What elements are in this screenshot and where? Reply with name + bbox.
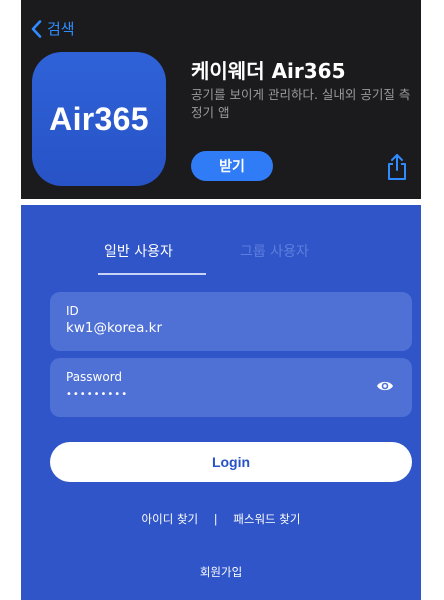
chevron-left-icon [31, 19, 42, 38]
account-links: 아이디 찾기 | 패스워드 찾기 [21, 511, 421, 527]
get-button[interactable]: 받기 [191, 151, 273, 181]
user-type-tabs: 일반 사용자 그룹 사용자 [21, 205, 421, 275]
password-field[interactable]: Password ••••••••• [50, 358, 412, 417]
app-icon-text: Air365 [49, 100, 149, 137]
app-subtitle: 공기를 보이게 관리하다. 실내외 공기질 측정기 앱 [191, 87, 411, 120]
back-label: 검색 [47, 20, 75, 38]
login-button[interactable]: Login [50, 442, 412, 482]
screen: 검색 Air365 케이웨더 Air365 공기를 보이게 관리하다. 실내외 … [21, 0, 421, 600]
tab-group-user[interactable]: 그룹 사용자 [240, 241, 309, 261]
find-password-link[interactable]: 패스워드 찾기 [233, 512, 300, 526]
password-label: Password [66, 370, 123, 384]
app-icon: Air365 [32, 52, 166, 186]
active-tab-indicator [98, 273, 206, 275]
share-icon[interactable] [386, 153, 408, 181]
link-separator: | [213, 512, 218, 526]
tab-general-user[interactable]: 일반 사용자 [104, 241, 173, 261]
app-title: 케이웨더 Air365 [191, 59, 346, 83]
login-screen: 일반 사용자 그룹 사용자 ID kw1@korea.kr Password •… [21, 205, 421, 600]
id-input[interactable]: kw1@korea.kr [66, 320, 366, 336]
id-field[interactable]: ID kw1@korea.kr [50, 292, 412, 351]
password-input[interactable]: ••••••••• [66, 389, 366, 400]
find-id-link[interactable]: 아이디 찾기 [142, 512, 199, 526]
back-button[interactable]: 검색 [31, 18, 75, 39]
signup-link[interactable]: 회원가입 [21, 564, 421, 580]
eye-icon[interactable] [376, 379, 394, 393]
id-label: ID [66, 304, 79, 318]
app-store-header: 검색 Air365 케이웨더 Air365 공기를 보이게 관리하다. 실내외 … [21, 0, 421, 199]
